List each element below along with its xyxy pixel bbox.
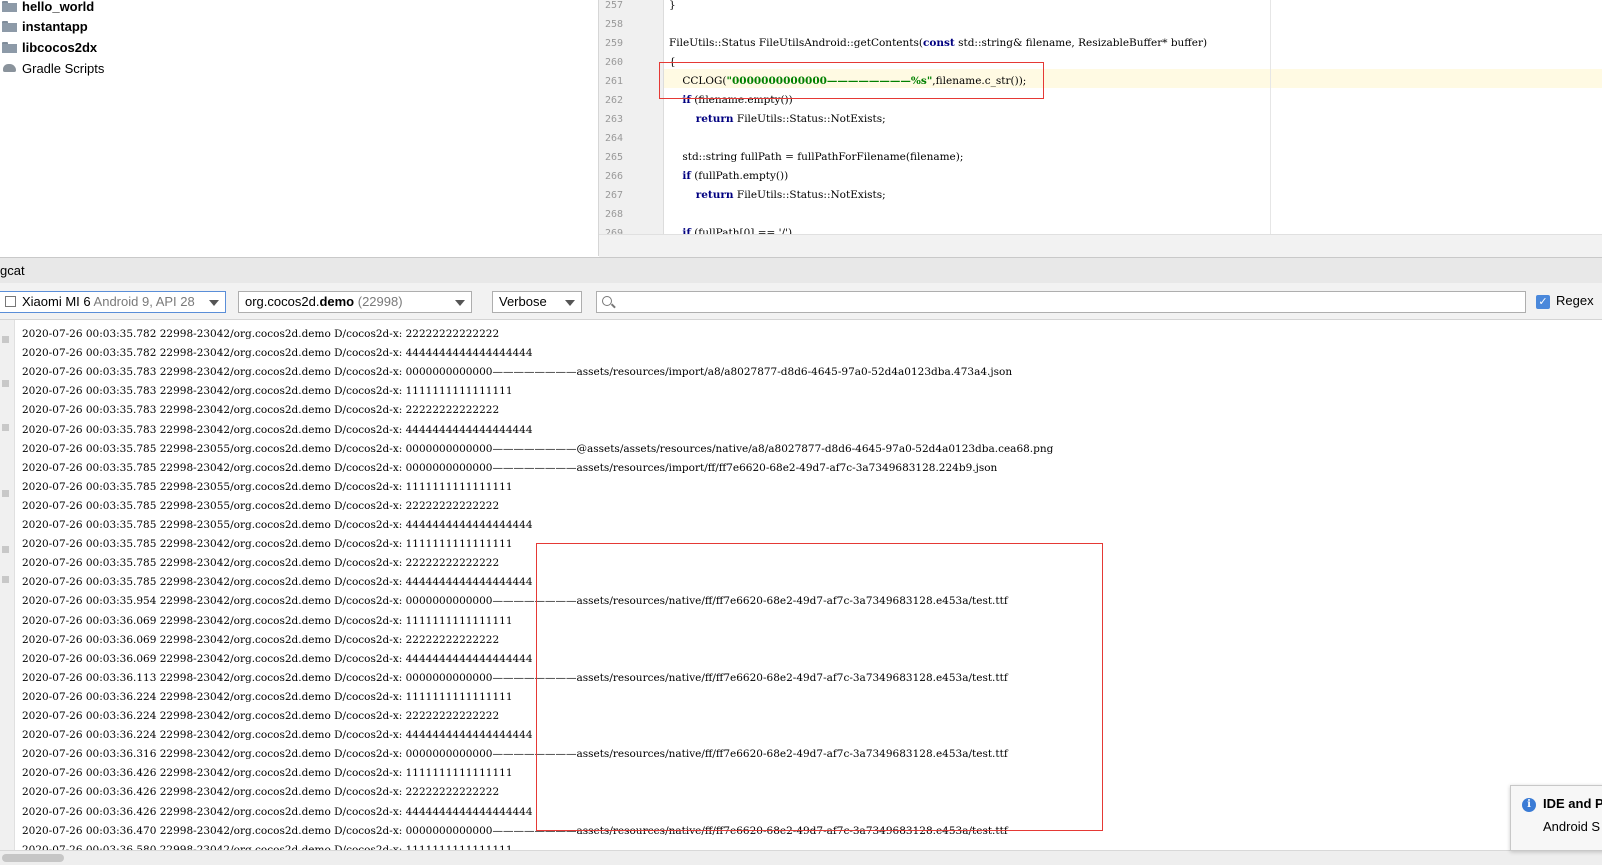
chevron-down-icon (565, 300, 575, 306)
log-line: 2020-07-26 00:03:36.426 22998-23042/org.… (22, 767, 513, 780)
gradle-icon (2, 62, 18, 74)
line-number-gutter: 257 258 259 260 261 262 263 264 265 266 267 268 269 (599, 0, 664, 234)
notification-popup[interactable]: i IDE and P Android S (1510, 785, 1602, 851)
chevron-down-icon (455, 300, 465, 306)
right-margin-guide (1270, 0, 1271, 234)
logcat-toolbar: Xiaomi MI 6 Android 9, API 28 org.cocos2… (0, 283, 1602, 320)
log-line: 2020-07-26 00:03:36.069 22998-23042/org.… (22, 633, 500, 646)
log-line: 2020-07-26 00:03:35.785 22998-23042/org.… (22, 557, 500, 570)
log-line: 2020-07-26 00:03:35.785 22998-23042/org.… (22, 576, 533, 589)
tree-item-label: hello_world (22, 0, 95, 14)
log-line: 2020-07-26 00:03:35.783 22998-23042/org.… (22, 385, 513, 398)
regex-label: Regex (1556, 293, 1594, 308)
logcat-search-input[interactable] (596, 291, 1526, 313)
line-number: 258 (604, 19, 623, 30)
log-line: 2020-07-26 00:03:36.426 22998-23042/org.… (22, 786, 500, 799)
notification-body: Android S (1543, 819, 1601, 834)
log-line: 2020-07-26 00:03:35.785 22998-23055/org.… (22, 442, 1054, 455)
tree-item-libcocos2dx[interactable]: libcocos2dx (2, 37, 97, 57)
logcat-side-toolbar (0, 320, 15, 850)
line-number: 268 (604, 209, 623, 220)
annotation-box-cclog (659, 62, 1044, 99)
code-line: return FileUtils::Status::NotExists; (695, 189, 886, 201)
tree-item-gradle-scripts[interactable]: Gradle Scripts (2, 58, 104, 78)
scrollbar-thumb[interactable] (2, 854, 64, 862)
device-detail: Android 9, API 28 (93, 294, 195, 309)
log-line: 2020-07-26 00:03:35.785 22998-23042/org.… (22, 538, 513, 551)
line-number: 259 (604, 38, 623, 49)
line-number: 257 (604, 0, 623, 11)
toolbar-icon (2, 380, 9, 387)
log-line: 2020-07-26 00:03:36.426 22998-23042/org.… (22, 805, 533, 818)
tree-item-instantapp[interactable]: instantapp (2, 16, 88, 36)
search-icon (602, 296, 612, 306)
process-name-prefix: org.cocos2d. (245, 294, 320, 309)
line-number: 262 (604, 95, 623, 106)
tree-item-label: instantapp (22, 18, 88, 34)
code-line: if (fullPath.empty()) (682, 170, 789, 182)
toolbar-icon (2, 336, 9, 343)
log-line: 2020-07-26 00:03:36.580 22998-23042/org.… (22, 843, 513, 850)
folder-icon (2, 0, 17, 12)
project-tree-panel: hello_world instantapp libcocos2dx Gradl… (0, 0, 599, 256)
tree-item-label: libcocos2dx (22, 39, 98, 55)
log-line: 2020-07-26 00:03:36.224 22998-23042/org.… (22, 690, 513, 703)
logcat-header: gcat (0, 257, 1602, 284)
code-line: } (669, 0, 676, 11)
code-editor[interactable]: 257 258 259 260 261 262 263 264 265 266 267 268 269 … (599, 0, 1602, 234)
line-number: 265 (604, 152, 623, 163)
process-select[interactable]: org.cocos2d.demo (22998) (238, 291, 472, 313)
log-line: 2020-07-26 00:03:35.782 22998-23042/org.… (22, 347, 533, 360)
code-line: FileUtils::Status FileUtilsAndroid::getC… (669, 37, 1208, 49)
log-line: 2020-07-26 00:03:35.785 22998-23055/org.… (22, 480, 513, 493)
log-line: 2020-07-26 00:03:35.785 22998-23055/org.… (22, 499, 500, 512)
tree-item-hello-world[interactable]: hello_world (2, 0, 94, 16)
toolbar-icon (2, 490, 9, 497)
folder-icon (2, 20, 17, 32)
line-number: 260 (604, 57, 623, 68)
process-pid: (22998) (357, 294, 403, 309)
log-line: 2020-07-26 00:03:35.785 22998-23042/org.… (22, 461, 998, 474)
log-line: 2020-07-26 00:03:36.224 22998-23042/org.… (22, 710, 500, 722)
log-line: 2020-07-26 00:03:36.069 22998-23042/org.… (22, 614, 513, 627)
horizontal-scrollbar[interactable] (0, 850, 1602, 865)
toolbar-icon (2, 576, 9, 583)
log-line: 2020-07-26 00:03:35.783 22998-23042/org.… (22, 366, 1013, 379)
chevron-down-icon (209, 300, 219, 306)
editor-bottom-bar (599, 234, 1602, 257)
info-icon: i (1522, 798, 1536, 812)
line-number: 263 (604, 114, 623, 125)
log-line: 2020-07-26 00:03:36.069 22998-23042/org.… (22, 652, 533, 665)
annotation-box-log (536, 543, 1103, 831)
log-level-select[interactable]: Verbose (492, 291, 582, 313)
folder-icon (2, 41, 17, 53)
toolbar-icon (2, 424, 9, 431)
log-line: 2020-07-26 00:03:35.785 22998-23055/org.… (22, 519, 533, 531)
logcat-title: gcat (0, 263, 25, 278)
toolbar-icon (2, 546, 9, 553)
code-line: std::string fullPath = fullPathForFilena… (669, 151, 964, 163)
line-number: 267 (604, 190, 623, 201)
device-name: Xiaomi MI 6 (22, 294, 91, 309)
notification-title: IDE and P (1543, 796, 1602, 811)
log-line: 2020-07-26 00:03:35.783 22998-23042/org.… (22, 404, 500, 417)
log-level-value: Verbose (499, 294, 547, 309)
log-line: 2020-07-26 00:03:35.782 22998-23042/org.… (22, 328, 500, 340)
tree-item-label: Gradle Scripts (22, 60, 105, 76)
log-line: 2020-07-26 00:03:35.783 22998-23042/org.… (22, 423, 533, 436)
code-line: if (fullPath[0] == '/') (682, 227, 793, 234)
device-select[interactable]: Xiaomi MI 6 Android 9, API 28 (0, 291, 226, 313)
log-line: 2020-07-26 00:03:36.224 22998-23042/org.… (22, 729, 533, 742)
line-number: 269 (604, 228, 623, 234)
line-number: 266 (604, 171, 623, 182)
process-name-bold: demo (319, 294, 355, 309)
code-line: return FileUtils::Status::NotExists; (695, 113, 886, 125)
device-checkbox-icon (5, 296, 16, 307)
regex-checkbox[interactable]: ✓ (1536, 295, 1550, 309)
line-number: 261 (604, 76, 623, 87)
line-number: 264 (604, 133, 623, 144)
